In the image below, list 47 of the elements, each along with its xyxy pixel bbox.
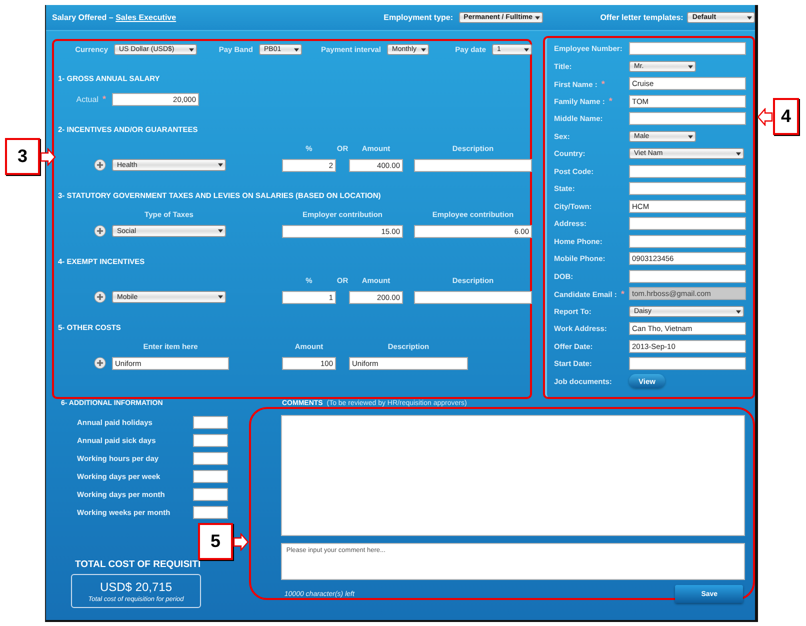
- text-field[interactable]: [193, 506, 228, 518]
- caret-icon: [535, 16, 540, 20]
- total-heading: TOTAL COST OF REQUISITI: [75, 559, 202, 570]
- required-mark: *: [601, 78, 605, 89]
- caret-icon: [218, 163, 223, 167]
- text-field[interactable]: [629, 357, 746, 370]
- text-field[interactable]: [193, 488, 228, 500]
- text-field[interactable]: [629, 42, 746, 56]
- required-mark: *: [102, 94, 106, 104]
- required-mark: *: [620, 288, 624, 299]
- text-field[interactable]: [629, 234, 746, 248]
- text-field[interactable]: [193, 416, 228, 428]
- caret-icon: [218, 229, 223, 233]
- employment-type-label: Employment type:: [384, 13, 453, 22]
- caret-icon: [524, 48, 529, 52]
- caret-icon: [294, 48, 299, 52]
- caret-icon: [747, 16, 752, 20]
- add-icon[interactable]: [94, 291, 106, 303]
- text-field[interactable]: [193, 452, 228, 464]
- caret-icon: [218, 295, 223, 299]
- caret-icon: [189, 48, 194, 52]
- text-field[interactable]: [193, 470, 228, 482]
- add-icon[interactable]: [94, 159, 106, 171]
- offer-template-label: Offer letter templates:: [600, 13, 684, 22]
- text-field[interactable]: [629, 217, 746, 230]
- required-mark: *: [608, 96, 612, 106]
- text-field[interactable]: [629, 270, 746, 283]
- callout-number: 5: [198, 523, 233, 560]
- text-field[interactable]: [414, 290, 532, 304]
- callout-number: 4: [773, 98, 799, 135]
- callout-number: 3: [5, 138, 40, 175]
- add-icon[interactable]: [94, 357, 106, 369]
- window-title: Salary Offered – Sales Executive: [52, 13, 178, 22]
- total-amount: USD$ 20,715: [100, 580, 172, 594]
- caret-icon: [736, 310, 741, 314]
- text-field[interactable]: [193, 434, 228, 446]
- text-field[interactable]: [629, 182, 746, 196]
- field-label: Actual: [76, 95, 98, 104]
- add-icon[interactable]: [94, 225, 106, 237]
- caret-icon: [736, 152, 741, 156]
- caret-icon: [688, 64, 693, 69]
- caret-icon: [688, 134, 693, 139]
- text-field[interactable]: [414, 158, 532, 172]
- text-field[interactable]: [629, 164, 746, 178]
- caret-icon: [421, 48, 426, 52]
- text-field[interactable]: [629, 112, 746, 126]
- callout-arrow: [757, 108, 773, 126]
